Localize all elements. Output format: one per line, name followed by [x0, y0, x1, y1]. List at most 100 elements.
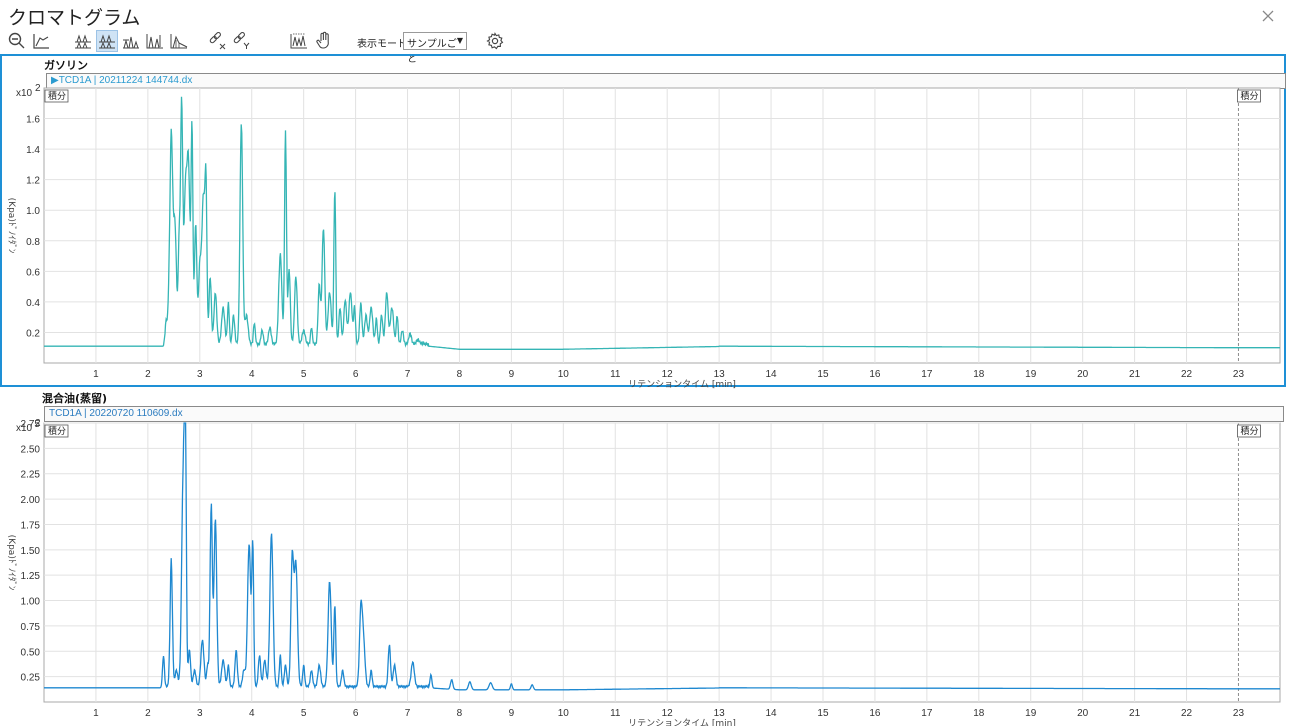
x-tick-label: 3 [197, 369, 203, 380]
x-tick-label: 6 [353, 708, 359, 719]
integration-marker-right: 積分 [1237, 424, 1261, 438]
y-tick-label: 1.6 [26, 115, 40, 126]
x-tick-label: 2 [145, 708, 151, 719]
integration-label: 積分 [1240, 90, 1258, 102]
baseline-icon[interactable] [30, 30, 52, 52]
x-tick-label: 16 [869, 708, 881, 719]
display-mode-select[interactable]: サンプルごと ▼ [403, 32, 467, 65]
y-tick-label: 2.50 [21, 444, 41, 455]
integration-label: 積分 [48, 90, 66, 102]
y-exponent-label: x10 [16, 88, 33, 99]
x-tick-label: 14 [765, 369, 777, 380]
x-tick-label: 18 [973, 369, 985, 380]
y-tick-label: 1.0 [26, 206, 40, 217]
x-tick-label: 9 [509, 369, 515, 380]
x-tick-label: 10 [558, 369, 570, 380]
y-exponent-power: 2 [35, 83, 41, 94]
x-tick-label: 21 [1129, 369, 1141, 380]
integration-marker-left: 積分 [44, 89, 69, 103]
window-title: クロマトグラム [8, 7, 141, 29]
x-tick-label: 4 [249, 369, 255, 380]
x-tick-label: 7 [405, 708, 411, 719]
display-mode-label: 表示モード [357, 39, 407, 50]
y-tick-label: 2.25 [21, 470, 41, 481]
x-tick-label: 6 [353, 369, 359, 380]
x-tick-label: 12 [662, 708, 674, 719]
chromatogram-chart-mixed-oil[interactable]: 1 2 3 4 5 6 7 8 9 10 11 12 13 14 15 16 17 18 19 20 21 22 230.2… [0, 418, 1286, 726]
y-tick-label: 0.8 [26, 237, 40, 248]
toolbar: 表示モード サンプルごと ▼ [0, 30, 1290, 65]
y-tick-label: 1.2 [26, 176, 40, 187]
panel-title: ガソリン [44, 59, 88, 72]
x-tick-label: 22 [1181, 369, 1193, 380]
zoom-out-icon[interactable] [6, 30, 28, 52]
x-tick-label: 17 [921, 708, 933, 719]
panel-title: 混合油(蒸留) [42, 392, 108, 405]
y-axis-label: (Kpa)ﾄﾞﾉｲﾀﾞﾝ [6, 198, 17, 254]
y-tick-label: 0.75 [21, 622, 41, 633]
x-tick-label: 12 [662, 369, 674, 380]
split-peaks-icon[interactable] [120, 30, 142, 52]
x-tick-label: 19 [1025, 369, 1037, 380]
x-tick-label: 22 [1181, 708, 1193, 719]
y-tick-label: 0.6 [26, 267, 40, 278]
x-tick-label: 1 [93, 369, 99, 380]
x-tick-label: 15 [817, 708, 829, 719]
x-tick-label: 13 [714, 708, 726, 719]
x-tick-label: 9 [509, 708, 515, 719]
x-tick-label: 23 [1233, 708, 1245, 719]
x-tick-label: 23 [1233, 369, 1245, 380]
x-tick-label: 8 [457, 369, 463, 380]
x-tick-label: 10 [558, 708, 570, 719]
chevron-down-icon: ▼ [456, 36, 463, 45]
overlay-peaks-icon[interactable] [72, 30, 94, 52]
link-y-icon[interactable] [230, 30, 252, 52]
link-x-icon[interactable] [206, 30, 228, 52]
x-tick-label: 14 [765, 708, 777, 719]
chromatogram-chart-gasoline[interactable]: 1 2 3 4 5 6 7 8 9 10 11 12 13 14 15 16 17 18 19 20 21 22 230.2… [0, 83, 1286, 390]
y-exponent-power: 2 [35, 418, 41, 429]
x-tick-label: 2 [145, 369, 151, 380]
x-tick-label: 11 [610, 369, 621, 380]
y-tick-label: 0.2 [26, 328, 40, 339]
x-tick-label: 7 [405, 369, 411, 380]
close-icon[interactable] [1260, 8, 1276, 24]
x-tick-label: 5 [301, 708, 307, 719]
y-tick-label: 0.50 [21, 647, 41, 658]
x-tick-label: 11 [610, 708, 621, 719]
x-tick-label: 13 [714, 369, 726, 380]
y-tick-label: 1.50 [21, 546, 41, 557]
y-tick-label: 0.4 [26, 298, 40, 309]
y-tick-label: 1.00 [21, 597, 41, 608]
gear-icon[interactable] [484, 30, 506, 52]
x-tick-label: 20 [1077, 369, 1089, 380]
peak-label-icon[interactable] [144, 30, 166, 52]
x-axis-label: リテンションタイム [min] [628, 718, 736, 726]
hand-pan-icon[interactable] [313, 30, 335, 52]
y-tick-label: 1.25 [21, 571, 41, 582]
y-tick-label: 2.00 [21, 495, 41, 506]
y-tick-label: 1.4 [26, 145, 40, 156]
y-tick-label: 1.75 [21, 520, 41, 531]
x-tick-label: 4 [249, 708, 255, 719]
integration-label: 積分 [1240, 425, 1258, 437]
x-tick-label: 15 [817, 369, 829, 380]
chart-settings-icon[interactable] [288, 30, 310, 52]
x-tick-label: 20 [1077, 708, 1089, 719]
trace-header[interactable]: TCD1A | 20220720 110609.dx [44, 406, 1284, 422]
integration-label: 積分 [48, 425, 66, 437]
x-tick-label: 16 [869, 369, 881, 380]
x-tick-label: 8 [457, 708, 463, 719]
y-tick-label: 0.25 [21, 673, 41, 684]
area-icon[interactable] [168, 30, 190, 52]
x-tick-label: 21 [1129, 708, 1141, 719]
stacked-peaks-icon[interactable] [96, 30, 118, 52]
integration-marker-left: 積分 [44, 424, 69, 438]
x-tick-label: 1 [93, 708, 99, 719]
window-titlebar: クロマトグラム [0, 0, 1290, 30]
x-tick-label: 3 [197, 708, 203, 719]
x-tick-label: 5 [301, 369, 307, 380]
x-tick-label: 18 [973, 708, 985, 719]
y-exponent-label: x10 [16, 423, 33, 434]
plot-area [43, 422, 1281, 703]
